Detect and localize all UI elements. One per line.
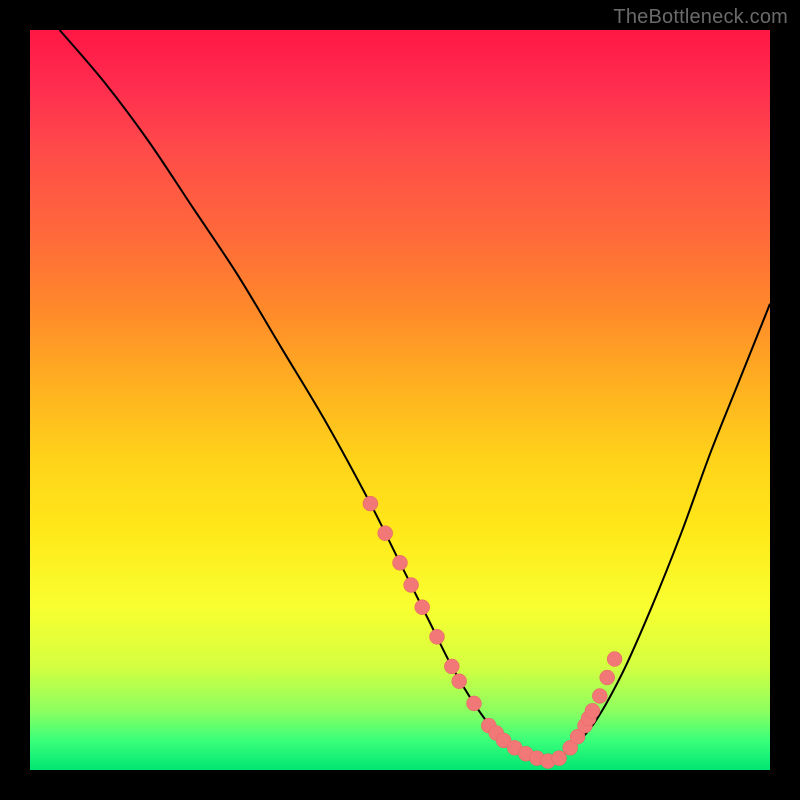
chart-curve — [60, 30, 770, 761]
chart-marker — [415, 600, 430, 615]
chart-marker — [585, 703, 600, 718]
chart-marker — [452, 674, 467, 689]
chart-marker — [592, 689, 607, 704]
chart-marker — [600, 670, 615, 685]
chart-marker — [378, 526, 393, 541]
chart-plot-area — [30, 30, 770, 770]
chart-svg — [30, 30, 770, 770]
chart-marker — [430, 629, 445, 644]
chart-marker — [444, 659, 459, 674]
chart-marker — [393, 555, 408, 570]
chart-markers — [363, 496, 622, 769]
chart-marker — [552, 751, 567, 766]
chart-marker — [607, 652, 622, 667]
chart-marker — [404, 578, 419, 593]
chart-marker — [467, 696, 482, 711]
watermark-text: TheBottleneck.com — [613, 6, 788, 29]
chart-marker — [363, 496, 378, 511]
